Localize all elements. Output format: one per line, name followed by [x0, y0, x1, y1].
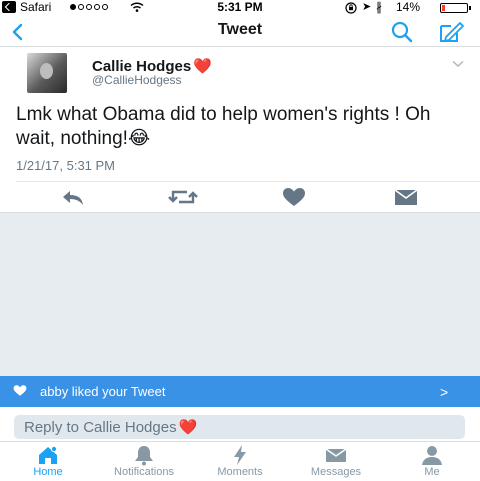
notification-banner[interactable]: abby liked your Tweet >: [0, 376, 480, 407]
tweet-timestamp: 1/21/17, 5:31 PM: [16, 158, 116, 173]
status-bar: Safari 5:31 PM ➤ ∦ 14%: [0, 0, 480, 16]
lightning-icon: [234, 445, 246, 465]
like-icon[interactable]: [282, 186, 306, 208]
nav-bar: Tweet: [0, 16, 480, 47]
divider: [16, 181, 480, 182]
battery-percent: 14%: [396, 0, 421, 14]
retweet-icon[interactable]: [168, 186, 198, 208]
notification-text: abby liked your Tweet: [40, 384, 166, 399]
reply-placeholder-text: Reply to Callie Hodges: [24, 419, 177, 436]
compose-icon[interactable]: [437, 20, 465, 44]
battery-fill: [442, 5, 445, 11]
bluetooth-icon: ∦: [376, 0, 382, 14]
tab-label: Moments: [217, 466, 263, 478]
tab-messages[interactable]: Messages: [298, 442, 374, 480]
tab-label: Home: [33, 466, 63, 478]
direct-message-icon[interactable]: [393, 186, 419, 208]
avatar[interactable]: [27, 53, 67, 93]
reply-placeholder: Reply to Callie Hodges ❤️: [24, 418, 197, 436]
rotation-lock-icon: [345, 2, 357, 14]
author-handle[interactable]: @CallieHodgess: [92, 73, 182, 87]
battery-nub: [469, 6, 471, 10]
chevron-down-icon[interactable]: [452, 60, 464, 68]
person-icon: [422, 446, 442, 465]
tab-moments[interactable]: Moments: [205, 442, 275, 480]
tab-label: Messages: [310, 466, 362, 478]
tab-label: Notifications: [114, 466, 174, 478]
reply-icon[interactable]: [60, 186, 86, 208]
empty-replies-area: [0, 213, 480, 376]
envelope-icon: [325, 448, 347, 462]
chevron-right-icon: >: [440, 384, 449, 400]
tab-notifications[interactable]: Notifications: [98, 442, 190, 480]
avatar-photo: [40, 63, 53, 79]
tab-home[interactable]: Home: [18, 442, 78, 480]
location-icon: ➤: [362, 1, 372, 13]
red-heart-emoji: ❤️: [193, 58, 212, 75]
heart-icon: [13, 385, 27, 396]
battery-icon: [440, 3, 468, 13]
tab-me[interactable]: Me: [412, 442, 452, 480]
tweet-text: Lmk what Obama did to help women's right…: [16, 104, 431, 149]
search-icon[interactable]: [389, 20, 415, 44]
tab-label: Me: [424, 466, 440, 478]
red-heart-emoji: ❤️: [178, 419, 198, 436]
bell-icon: [135, 446, 153, 466]
home-icon: [39, 445, 58, 464]
